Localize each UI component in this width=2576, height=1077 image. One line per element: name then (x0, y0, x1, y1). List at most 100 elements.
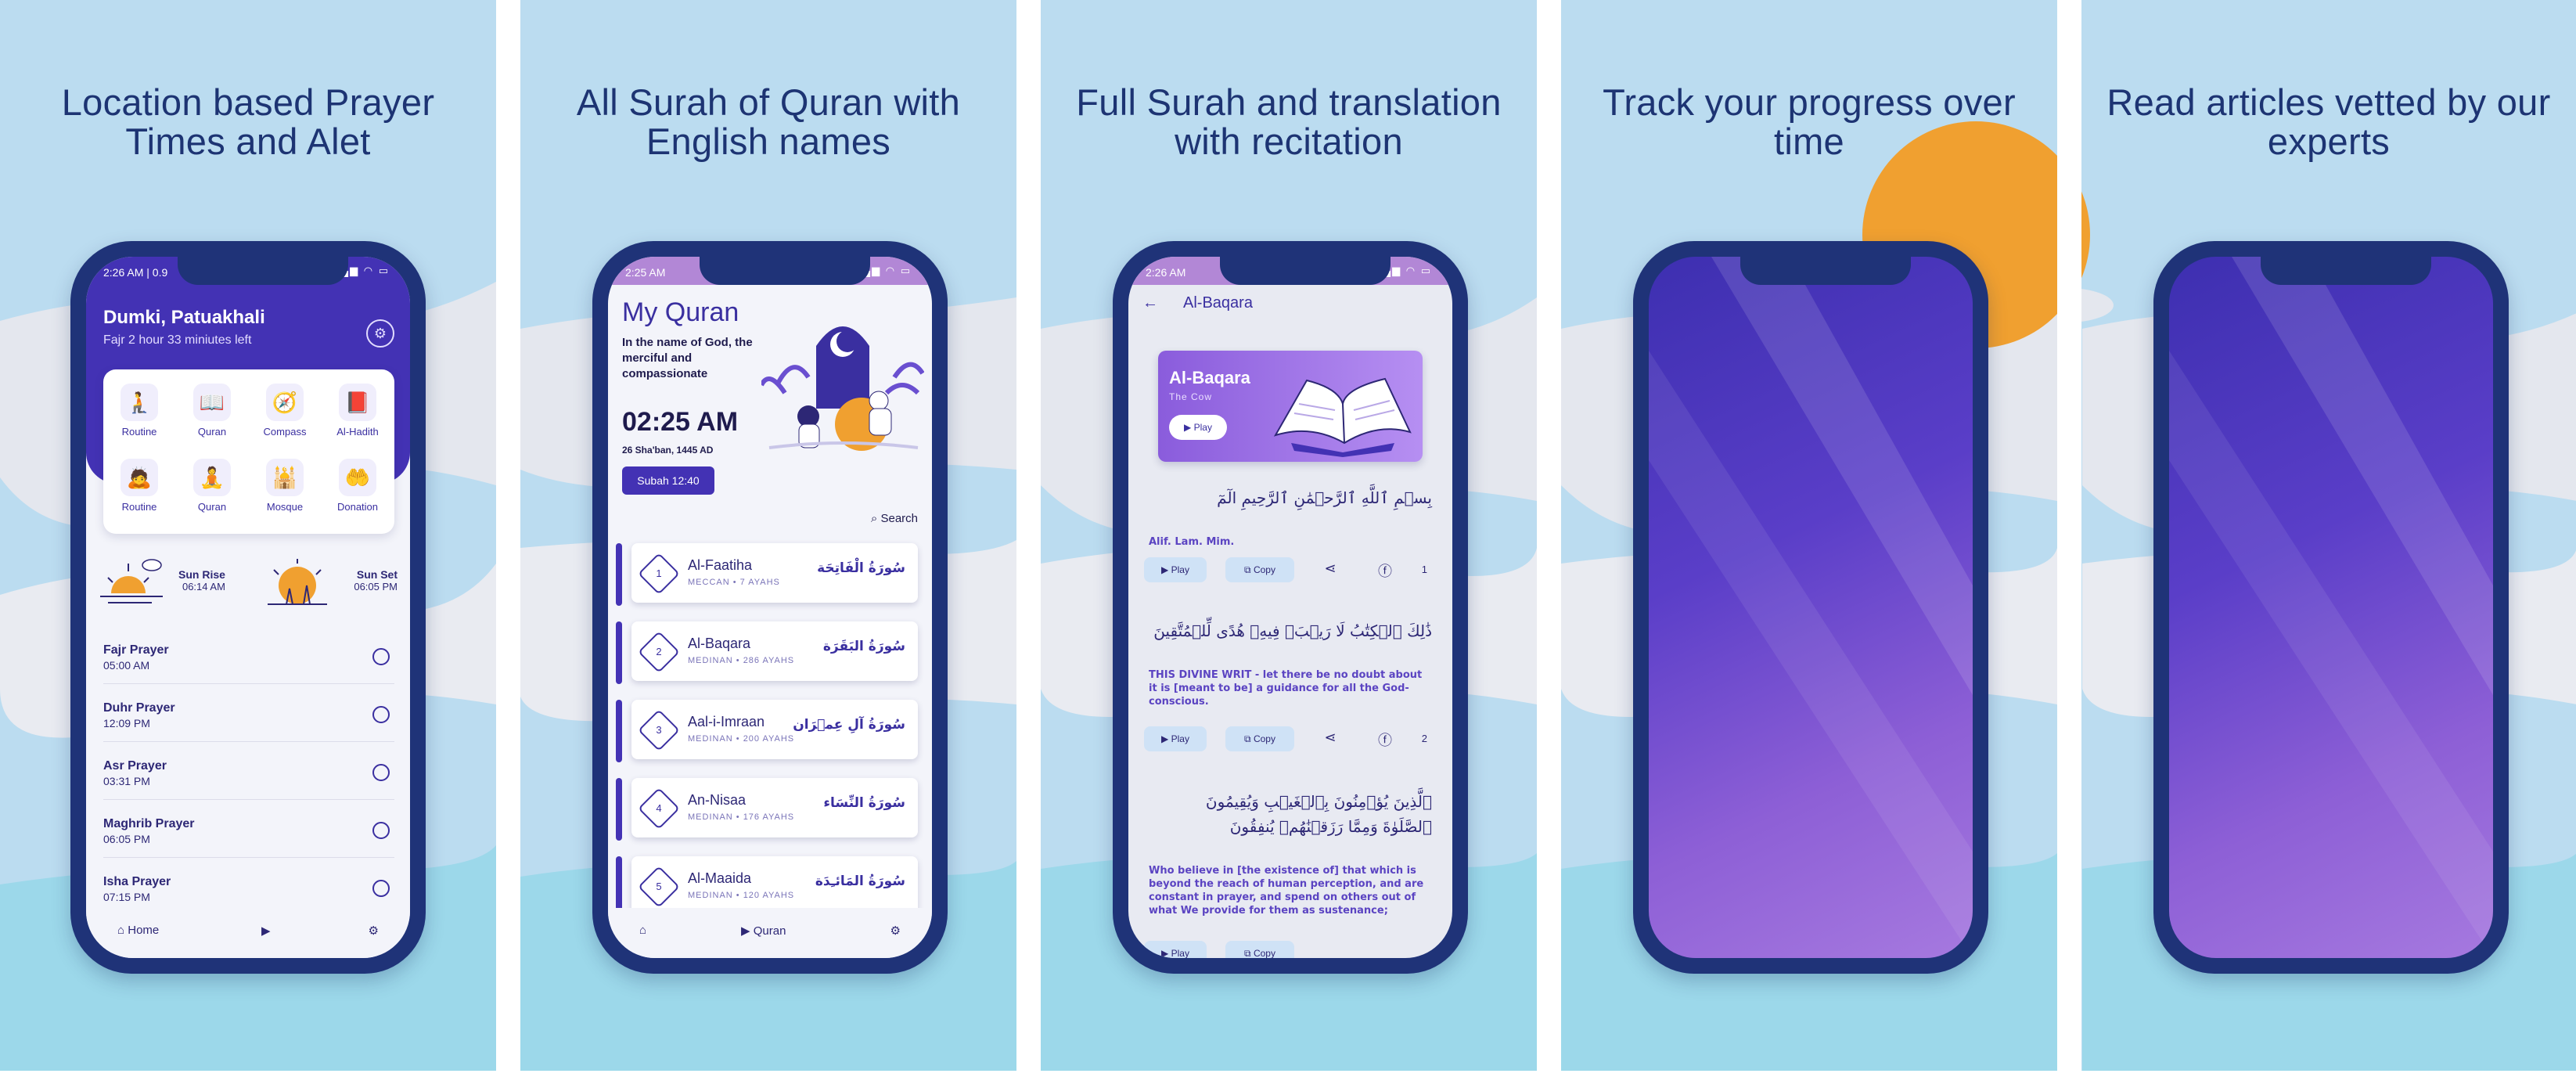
screen-glare (1649, 257, 1973, 958)
nav-quran-button[interactable]: ▶ Quran (741, 924, 786, 938)
back-arrow-icon[interactable]: ← (1142, 294, 1158, 312)
list-item[interactable]: 2 Al-Baqara MEDINAN • 286 AYAHS سُورَةُ الب… (616, 621, 918, 684)
next-prayer-button[interactable]: Subah 12:40 (622, 466, 714, 495)
grid-item-hadith[interactable]: 📕 Al-Hadith (322, 384, 394, 438)
grid-item-routine-2[interactable]: 🙇 Routine (103, 459, 175, 513)
phone-notch (1740, 257, 1911, 285)
verse-play-button[interactable]: ▶ Play (1144, 726, 1207, 751)
phone-frame (2153, 241, 2509, 974)
sunset-icon (268, 559, 327, 605)
facebook-icon[interactable]: ⓕ (1376, 560, 1394, 579)
verse-arabic: ٱلَّذِينَ يُؤۡمِنُونَ بِٱلۡغَيۡبِ وَيُقِ… (1205, 792, 1432, 836)
list-item[interactable]: 3 Aal-i-Imraan MEDINAN • 200 AYAHS سُورَةُ … (616, 700, 918, 762)
prayer-row-duhr[interactable]: Duhr Prayer 12:09 PM (103, 690, 394, 742)
grid-item-compass[interactable]: 🧭 Compass (249, 384, 321, 438)
verse-play-button[interactable]: ▶ Play (1144, 941, 1207, 958)
prayer-row-fajr[interactable]: Fajr Prayer 05:00 AM (103, 632, 394, 684)
feature-grid: 🧎 Routine 📖 Quran 🧭 Compass 📕 Al-Hadith 🙇 Rou… (103, 369, 394, 534)
home-icon[interactable]: ⌂ (639, 924, 646, 937)
prayer-row-maghrib[interactable]: Maghrib Prayer 06:05 PM (103, 806, 394, 858)
nav-home-button[interactable]: ⌂ Home (117, 924, 159, 937)
gear-icon[interactable]: ⚙ (369, 924, 379, 938)
facebook-icon[interactable]: ⓕ (1376, 729, 1394, 748)
hijri-date: 26 Sha'ban, 1445 AD (622, 445, 714, 456)
home-icon: ⌂ (117, 924, 125, 937)
app-bar: ← Al-Baqara (1128, 285, 1452, 322)
panel-headline: Full Surah and translation with recitati… (1076, 81, 1502, 162)
share-icon[interactable]: ⋖ (1321, 729, 1340, 748)
sunset-label: Sun Set 06:05 PM (354, 568, 398, 593)
verse-actions: ▶ Play ⧉ Copy ⋖ ⓕ 1 (1144, 557, 1437, 584)
panel-headline: Track your progress over time (1603, 81, 2016, 162)
phone-frame: 2:25 AM ▂▄▆ ◠ ▭ My Quran In the name of … (592, 241, 948, 974)
sunrise-icon (97, 559, 166, 611)
grid-item-quran[interactable]: 📖 Quran (176, 384, 248, 438)
prayer-check-radio[interactable] (372, 822, 390, 839)
verse-copy-button[interactable]: ⧉ Copy (1225, 726, 1294, 751)
panel-headline: All Surah of Quran with English names (576, 81, 961, 162)
phone-frame: 2:26 AM | 0.9 ▂▄▆ ◠ ▭ Dumki, Patuakhali … (70, 241, 426, 974)
panel-progress: Track your progress over time (1561, 0, 2057, 1071)
page-title: My Quran (622, 297, 739, 327)
play-icon[interactable]: ▶ (261, 924, 271, 938)
screen-glare (2169, 257, 2493, 958)
compass-icon: 🧭 (266, 384, 304, 421)
surah-detail-screen: 2:26 AM ▂▄▆ ◠ ▭ ← Al-Baqara Al-Baqara Th… (1128, 257, 1452, 958)
search-icon: ⌕ (870, 512, 878, 525)
gear-icon[interactable]: ⚙ (890, 924, 901, 938)
surah-banner: Al-Baqara The Cow ▶ Play (1158, 351, 1423, 462)
panel-surah-detail: Full Surah and translation with recitati… (1041, 0, 1537, 1071)
mosque-person-icon: 🕌 (266, 459, 304, 496)
share-icon[interactable]: ⋖ (1321, 560, 1340, 579)
settings-avatar-icon[interactable]: ⚙ (366, 319, 394, 348)
grid-item-donation[interactable]: 🤲 Donation (322, 459, 394, 513)
verse-translation: Who believe in [the existence of] that w… (1149, 865, 1424, 917)
verse-arabic: بِسۡمِ ٱللَّهِ ٱلرَّحۡمَٰنِ ٱلرَّحِيمِ ا… (1217, 488, 1432, 507)
list-item[interactable]: 4 An-Nisaa MEDINAN • 176 AYAHS سُورَةُ النِ… (616, 778, 918, 841)
grid-item-routine[interactable]: 🧎 Routine (103, 384, 175, 438)
sun-times: Sun Rise 06:14 AM Sun Set 06:05 PM (86, 554, 410, 625)
blank-screen (1649, 257, 1973, 958)
verse-number: 1 (1421, 564, 1427, 575)
list-item[interactable]: 1 Al-Faatiha MECCAN • 7 AYAHS سُورَةُ الْفَ… (616, 543, 918, 606)
surah-title: Al-Baqara (1183, 294, 1253, 312)
open-book-icon (1273, 377, 1412, 457)
banner-play-button[interactable]: ▶ Play (1169, 415, 1227, 440)
prayer-check-radio[interactable] (372, 648, 390, 665)
city-name: Dumki, Patuakhali (103, 307, 265, 328)
verse-copy-button[interactable]: ⧉ Copy (1225, 941, 1294, 958)
phone-frame: 2:26 AM ▂▄▆ ◠ ▭ ← Al-Baqara Al-Baqara Th… (1113, 241, 1468, 974)
verse-copy-button[interactable]: ⧉ Copy (1225, 557, 1294, 582)
quran-book-icon: 📖 (193, 384, 231, 421)
app-store-screenshots: Location based Prayer Times and Alet 2:2… (0, 0, 2576, 1077)
prayer-check-radio[interactable] (372, 880, 390, 897)
verse-arabic: ذَٰلِكَ ٱلۡكِتَٰبُ لَا رَيۡبَۛ فِيهِۛ هُ… (1153, 621, 1432, 640)
donation-icon: 🤲 (339, 459, 376, 496)
panel-surah-list: All Surah of Quran with English names 2:… (520, 0, 1016, 1071)
status-time: 2:26 AM | 0.9 (103, 266, 168, 279)
panel-headline: Location based Prayer Times and Alet (61, 81, 435, 162)
banner-subtitle: The Cow (1169, 391, 1213, 402)
prayer-check-radio[interactable] (372, 706, 390, 723)
hadith-book-icon: 📕 (339, 384, 376, 421)
phone-notch (178, 257, 348, 285)
status-time: 2:25 AM (625, 266, 666, 279)
prayer-row-asr[interactable]: Asr Prayer 03:31 PM (103, 748, 394, 800)
bismillah-subtitle: In the name of God, the merciful and com… (622, 336, 753, 380)
search-button[interactable]: ⌕ Search (871, 512, 918, 525)
time-left: Fajr 2 hour 33 miniutes left (103, 333, 252, 347)
reading-illustration (761, 326, 924, 451)
bottom-nav: ⌂ ▶ Quran ⚙ (608, 908, 932, 958)
status-time: 2:26 AM (1146, 266, 1186, 279)
verse-play-button[interactable]: ▶ Play (1144, 557, 1207, 582)
phone-notch (2261, 257, 2431, 285)
sunrise-label: Sun Rise 06:14 AM (178, 568, 225, 593)
verse-actions: ▶ Play ⧉ Copy (1144, 941, 1437, 958)
reading-person-icon: 🧘 (193, 459, 231, 496)
prayer-check-radio[interactable] (372, 764, 390, 781)
panel-headline: Read articles vetted by our experts (2106, 81, 2551, 162)
phone-notch (700, 257, 870, 285)
grid-item-quran-2[interactable]: 🧘 Quran (176, 459, 248, 513)
bottom-nav: ⌂ Home ▶ ⚙ (86, 908, 410, 958)
grid-item-mosque[interactable]: 🕌 Mosque (249, 459, 321, 513)
